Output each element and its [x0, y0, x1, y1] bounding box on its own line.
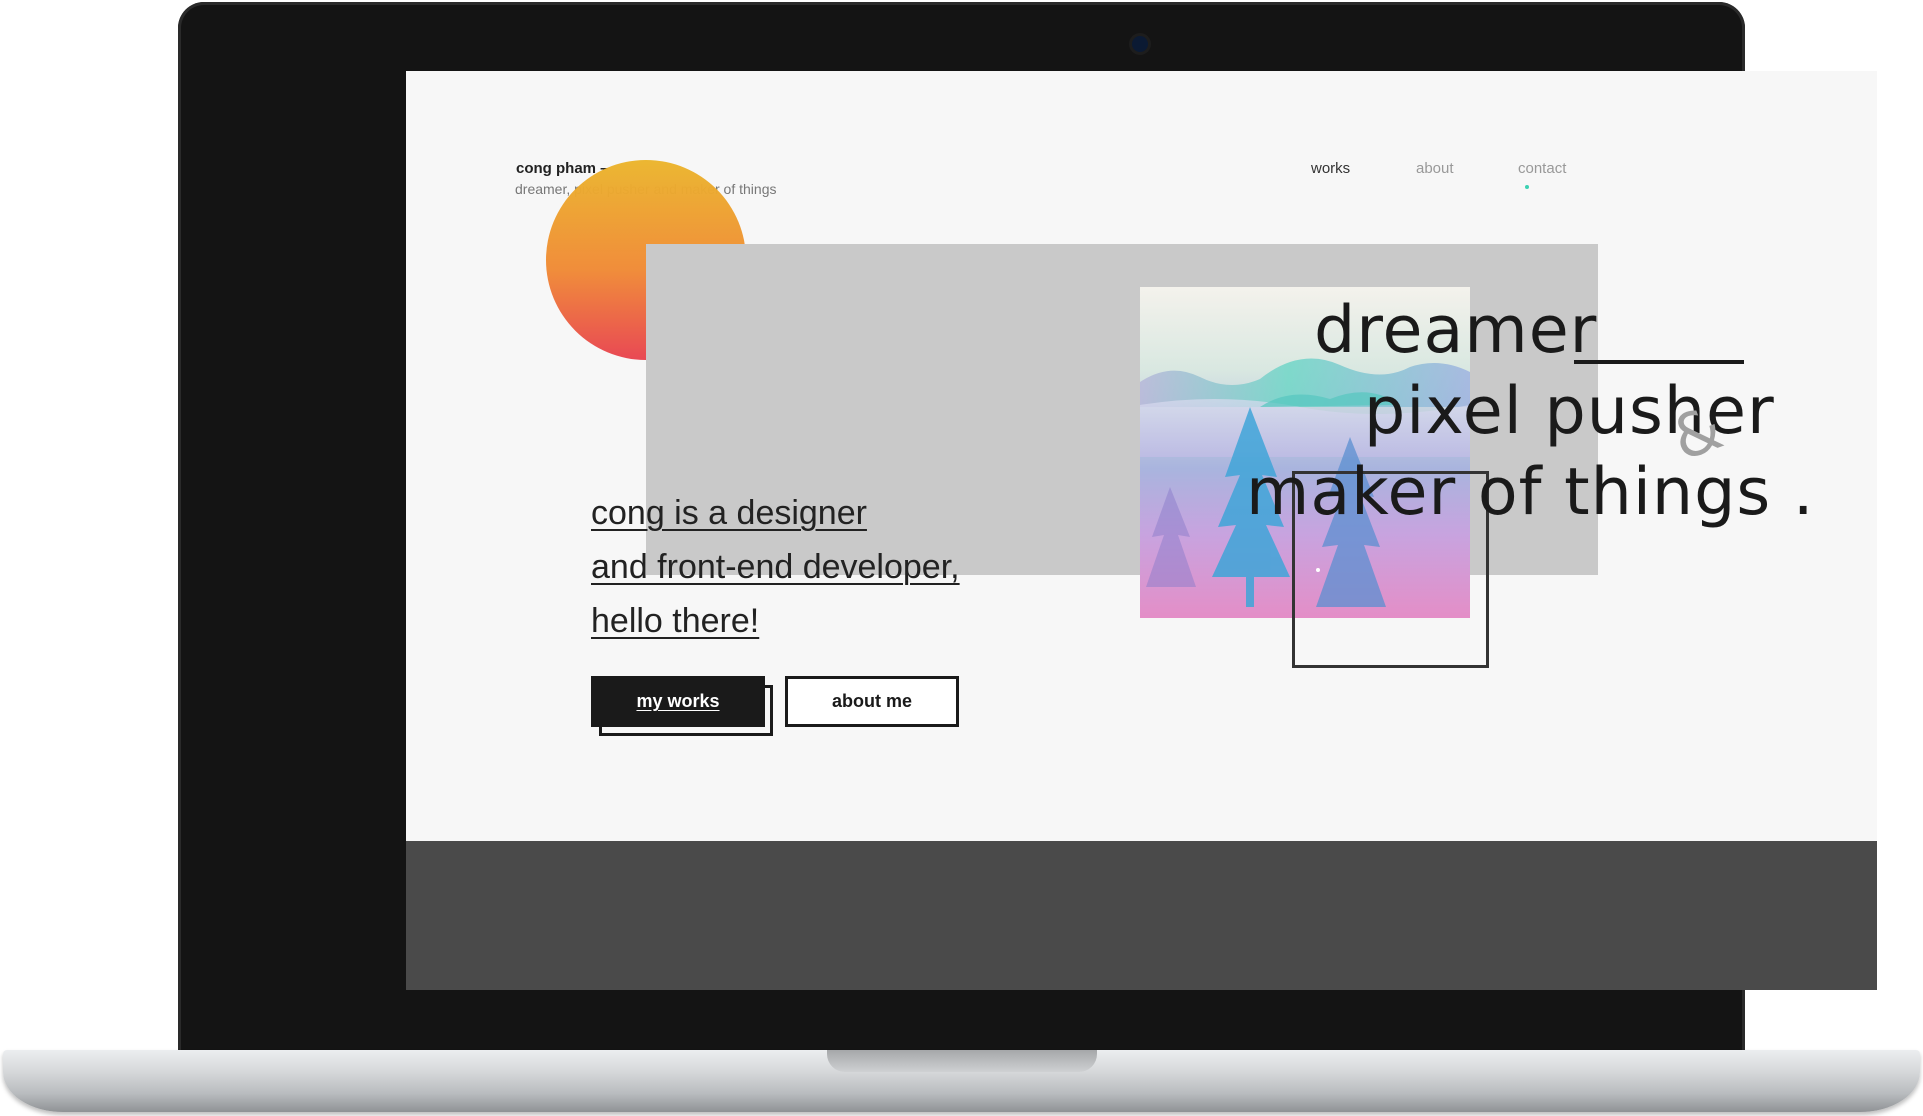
nav-active-dot	[1525, 185, 1529, 189]
nav-contact[interactable]: contact	[1518, 160, 1566, 177]
nav-about[interactable]: about	[1416, 160, 1454, 177]
intro-line-3: hello there!	[591, 602, 760, 640]
screen: cong pham – dreamer, pixel pusher and ma…	[406, 71, 1877, 990]
intro-line-1: cong is a designer	[591, 494, 867, 532]
hero-underline	[1574, 360, 1744, 364]
footer-band	[406, 841, 1877, 990]
nav-works[interactable]: works	[1311, 160, 1350, 177]
camera-icon	[1132, 36, 1148, 52]
hero-line-3: maker of things .	[1246, 455, 1815, 530]
laptop-notch	[827, 1050, 1097, 1072]
about-me-button[interactable]: about me	[785, 676, 959, 727]
hero-line-1: dreamer	[1314, 293, 1598, 368]
intro-line-2: and front-end developer,	[591, 548, 960, 586]
laptop-lid: cong pham – dreamer, pixel pusher and ma…	[178, 2, 1877, 1054]
my-works-button[interactable]: my works	[591, 676, 765, 727]
